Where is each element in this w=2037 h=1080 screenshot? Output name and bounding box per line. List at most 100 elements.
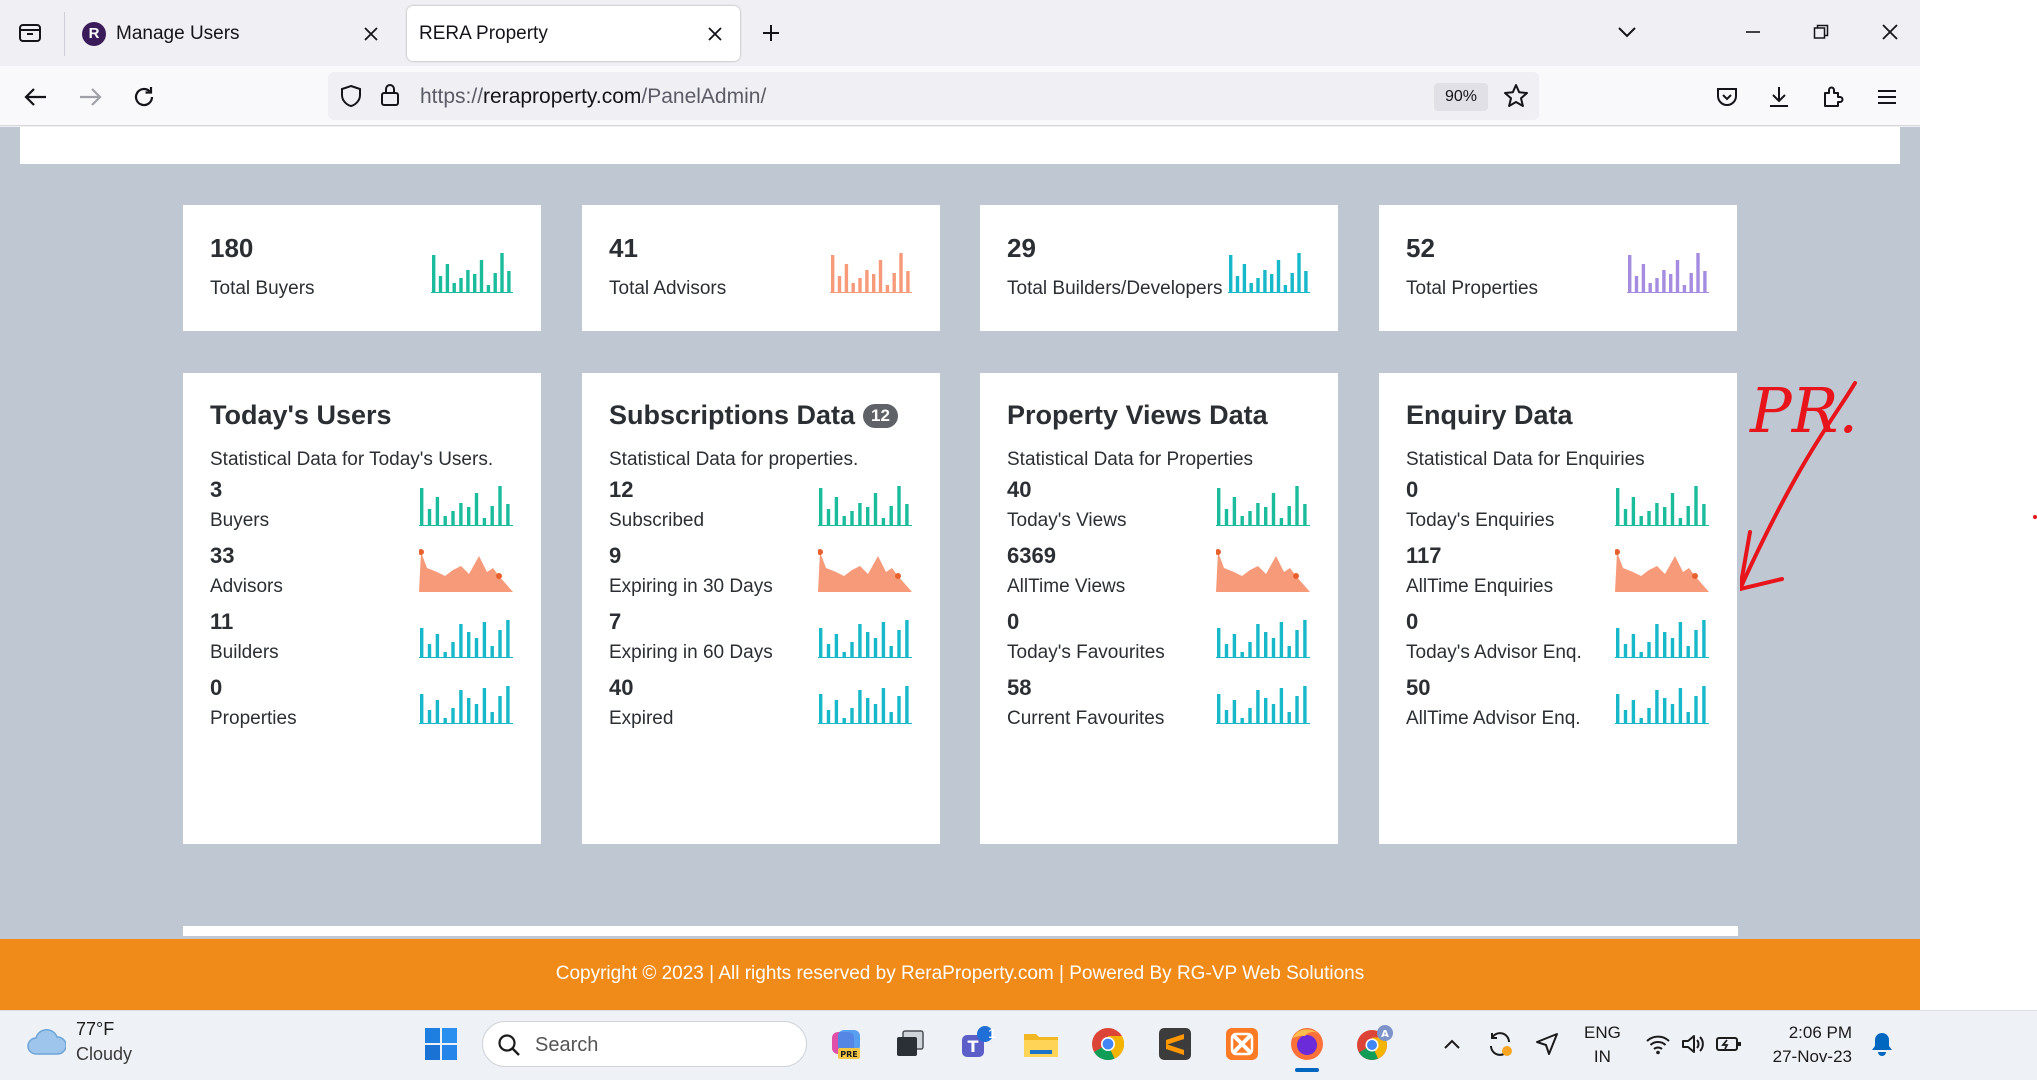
desktop-area (1920, 0, 2037, 1010)
task-view-icon[interactable] (890, 1024, 930, 1064)
tab-separator (64, 12, 65, 56)
spark-bar (1662, 270, 1666, 293)
bottom-card (183, 926, 1738, 936)
weather-temperature[interactable]: 77°F (76, 1019, 114, 1040)
spark-bar (1655, 690, 1659, 724)
url-text[interactable]: https://reraproperty.com/PanelAdmin/ (420, 85, 766, 109)
spark-bar (452, 283, 456, 293)
bookmark-star-icon[interactable] (1503, 83, 1529, 114)
downloads-icon[interactable] (1762, 80, 1796, 114)
row-value: 58 (1007, 675, 1032, 700)
spark-bar (459, 624, 463, 658)
teams-icon[interactable]: T 1 (955, 1024, 996, 1064)
row-value: 0 (1406, 477, 1419, 502)
sparkline-bars (818, 486, 912, 526)
address-bar[interactable]: https://reraproperty.com/PanelAdmin/ 90% (328, 72, 1539, 120)
location-icon[interactable] (1527, 1024, 1567, 1064)
chrome-profile-icon[interactable]: A (1354, 1024, 1394, 1064)
forward-arrow-icon[interactable] (73, 80, 107, 114)
tab-rera-property[interactable]: RERA Property (407, 6, 740, 61)
spark-point (496, 573, 502, 579)
spark-bar (881, 518, 886, 526)
spark-bar (881, 622, 886, 658)
spark-bar (490, 646, 494, 658)
card-todays-users: Today's Users Statistical Data for Today… (183, 373, 541, 844)
weather-description[interactable]: Cloudy (76, 1044, 132, 1065)
spark-bar (1647, 708, 1651, 724)
cloud-icon[interactable] (26, 1028, 67, 1061)
spark-bar (1631, 700, 1636, 724)
card-subscriptions-data: Subscriptions Data 12 Statistical Data fo… (582, 373, 940, 844)
page-content: 180 Total Buyers 41 Total Advisors 29 To… (0, 127, 1920, 1010)
spark-bar (443, 516, 447, 526)
spark-bar (834, 634, 839, 658)
sync-icon[interactable] (1480, 1024, 1520, 1064)
wifi-icon[interactable] (1638, 1024, 1678, 1064)
list-all-tabs-icon[interactable] (1607, 14, 1647, 50)
notification-bell-icon[interactable] (1862, 1024, 1902, 1064)
menu-icon[interactable] (1870, 80, 1904, 114)
spark-bar (1283, 285, 1288, 293)
spark-bar (889, 506, 893, 526)
spark-bar (873, 493, 878, 526)
extensions-icon[interactable] (1816, 80, 1850, 114)
lock-icon[interactable] (380, 83, 400, 112)
spark-bar (420, 694, 424, 724)
spark-bar (858, 624, 862, 658)
xampp-icon[interactable] (1222, 1024, 1262, 1064)
spark-bar (459, 690, 463, 724)
close-window-icon[interactable] (1870, 14, 1910, 50)
reload-icon[interactable] (127, 80, 161, 114)
chrome-icon[interactable] (1088, 1024, 1128, 1064)
spark-bar (1663, 698, 1667, 724)
restore-icon[interactable] (1801, 14, 1841, 50)
close-tab-icon[interactable] (700, 19, 730, 49)
close-tab-icon[interactable] (356, 19, 386, 49)
clock[interactable]: 2:06 PM 27-Nov-23 (1762, 1021, 1852, 1069)
language-indicator[interactable]: ENG IN (1584, 1021, 1621, 1069)
spark-bar (1271, 704, 1276, 724)
spark-bar (445, 264, 450, 293)
zoom-level-button[interactable]: 90% (1434, 83, 1488, 111)
row-value: 9 (609, 543, 622, 568)
spark-bar (506, 686, 510, 724)
volume-icon[interactable] (1674, 1024, 1714, 1064)
spark-bar (1279, 518, 1284, 526)
tab-manage-users[interactable]: R Manage Users (66, 6, 396, 61)
row-label: AllTime Enquiries (1406, 576, 1554, 597)
spark-bar (1235, 276, 1240, 293)
minimize-icon[interactable] (1733, 14, 1773, 50)
spark-bar (473, 274, 477, 293)
spark-bar (1703, 271, 1707, 293)
spark-area (818, 552, 912, 592)
back-arrow-icon[interactable] (19, 80, 53, 114)
spark-bar (451, 511, 455, 526)
file-explorer-icon[interactable] (1021, 1024, 1061, 1064)
spark-bar (1655, 278, 1659, 293)
new-tab-icon[interactable] (756, 18, 786, 48)
spark-point (1293, 573, 1299, 579)
stat-card-total-properties: 52 Total Properties (1379, 205, 1737, 331)
chevron-up-icon[interactable] (1432, 1024, 1472, 1064)
firefox-icon[interactable] (1287, 1024, 1327, 1072)
spark-bar (1696, 253, 1700, 293)
pocket-icon[interactable] (1710, 80, 1744, 114)
spark-bar (1229, 255, 1233, 293)
spark-bar (498, 486, 502, 526)
taskbar-search-box[interactable]: Search (482, 1021, 807, 1067)
stat-row: 40 Expired (582, 675, 940, 745)
windows-start-icon[interactable] (421, 1024, 461, 1064)
spark-point (1216, 549, 1221, 555)
row-label: Advisors (210, 576, 283, 597)
spark-bar (451, 642, 455, 658)
sublime-text-icon[interactable] (1155, 1024, 1195, 1064)
spark-bar (1694, 696, 1698, 724)
shield-icon[interactable] (340, 84, 362, 113)
tab-list-icon[interactable] (14, 19, 46, 47)
spark-bar (1224, 710, 1229, 724)
spark-bar (1648, 283, 1652, 293)
stat-label: Total Properties (1406, 278, 1539, 299)
battery-icon[interactable] (1709, 1024, 1749, 1064)
copilot-icon[interactable]: PRE (826, 1024, 866, 1064)
svg-text:A: A (1381, 1029, 1389, 1040)
